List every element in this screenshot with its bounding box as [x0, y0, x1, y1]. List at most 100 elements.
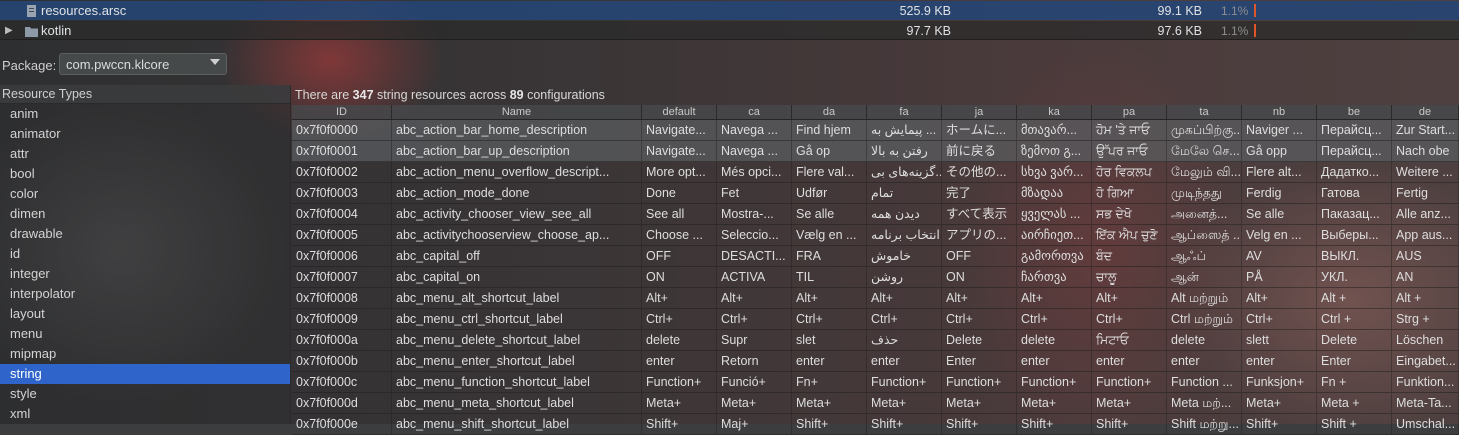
summary-text: configurations	[523, 88, 605, 102]
translation-cell: Naviger ...	[1242, 120, 1317, 140]
column-header-fa[interactable]: fa	[867, 105, 942, 119]
translation-cell: FRA	[792, 246, 867, 266]
file-icon	[27, 4, 36, 17]
package-dropdown[interactable]: com.pwccn.klcore	[59, 53, 227, 75]
translation-cell: ყველას ...	[1017, 204, 1092, 224]
resource-type-interpolator[interactable]: interpolator	[0, 284, 290, 304]
resource-name-cell: abc_action_mode_done	[392, 183, 642, 203]
translation-cell: enter	[1092, 351, 1167, 371]
resource-type-xml[interactable]: xml	[0, 404, 290, 424]
translation-cell: Shift மற்று...	[1167, 414, 1242, 434]
translation-cell: delete	[1017, 330, 1092, 350]
translation-cell: ਮਿਟਾਓ	[1092, 330, 1167, 350]
translation-cell: Supr	[717, 330, 792, 350]
translation-cell: Flere alt...	[1242, 162, 1317, 182]
translation-cell: AV	[1242, 246, 1317, 266]
resource-type-animator[interactable]: animator	[0, 124, 290, 144]
translation-cell: دیدن همه	[867, 204, 942, 224]
resource-type-dimen[interactable]: dimen	[0, 204, 290, 224]
translation-cell: ჩართვა	[1017, 267, 1092, 287]
resource-type-color[interactable]: color	[0, 184, 290, 204]
resource-type-style[interactable]: style	[0, 384, 290, 404]
resource-type-layout[interactable]: layout	[0, 304, 290, 324]
resource-type-string[interactable]: string	[0, 364, 290, 384]
translation-cell: Meta-Ta...	[1392, 393, 1459, 413]
column-header-nb[interactable]: nb	[1242, 105, 1317, 119]
table-row[interactable]: 0x7f0f0009 abc_menu_ctrl_shortcut_label Ct…	[292, 309, 1459, 330]
resource-type-attr[interactable]: attr	[0, 144, 290, 164]
table-row[interactable]: 0x7f0f0001 abc_action_bar_up_description N…	[292, 141, 1459, 162]
translation-cell: Alt+	[1017, 288, 1092, 308]
resource-type-bool[interactable]: bool	[0, 164, 290, 184]
resource-name-cell: abc_menu_enter_shortcut_label	[392, 351, 642, 371]
table-body: 0x7f0f0000 abc_action_bar_home_descriptio…	[292, 120, 1459, 435]
translation-cell: მზადაა	[1017, 183, 1092, 203]
translation-cell: enter	[1167, 351, 1242, 371]
table-row[interactable]: 0x7f0f000a abc_menu_delete_shortcut_label…	[292, 330, 1459, 351]
translation-cell: Function+	[942, 372, 1017, 392]
table-row[interactable]: 0x7f0f0003 abc_action_mode_done Done Fet Udf…	[292, 183, 1459, 204]
column-header-id[interactable]: ID	[292, 105, 392, 119]
translation-cell: delete	[642, 330, 717, 350]
translation-cell: Meta +	[1317, 393, 1392, 413]
translation-cell: ਹੋਮ 'ਤੇ ਜਾਓ	[1092, 120, 1167, 140]
apk-analyzer: resources.arsc 525.9 KB 99.1 KB 1.1% ▶ k…	[0, 0, 1459, 435]
translation-cell: ஆஃப்	[1167, 246, 1242, 266]
column-header-be[interactable]: be	[1317, 105, 1392, 119]
translation-cell: Ctrl+	[792, 309, 867, 329]
table-row[interactable]: 0x7f0f000e abc_menu_shift_shortcut_label S…	[292, 414, 1459, 435]
translation-cell: Ctrl+	[642, 309, 717, 329]
table-row[interactable]: 0x7f0f0004 abc_activity_chooser_view_see_…	[292, 204, 1459, 225]
column-header-default[interactable]: default	[642, 105, 717, 119]
column-header-pa[interactable]: pa	[1092, 105, 1167, 119]
column-header-ka[interactable]: ka	[1017, 105, 1092, 119]
column-header-da[interactable]: da	[792, 105, 867, 119]
resource-id-cell: 0x7f0f0000	[292, 120, 392, 140]
table-row[interactable]: 0x7f0f000d abc_menu_meta_shortcut_label Me…	[292, 393, 1459, 414]
translation-cell: Meta+	[942, 393, 1017, 413]
resource-name-cell: abc_capital_on	[392, 267, 642, 287]
resource-type-anim[interactable]: anim	[0, 104, 290, 124]
translation-cell: Shift+	[792, 414, 867, 434]
column-header-ja[interactable]: ja	[942, 105, 1017, 119]
table-row[interactable]: 0x7f0f000b abc_menu_enter_shortcut_label e…	[292, 351, 1459, 372]
translation-cell: OFF	[642, 246, 717, 266]
translation-cell: PÅ	[1242, 267, 1317, 287]
resource-type-mipmap[interactable]: mipmap	[0, 344, 290, 364]
resource-type-integer[interactable]: integer	[0, 264, 290, 284]
table-row[interactable]: 0x7f0f0000 abc_action_bar_home_descriptio…	[292, 120, 1459, 141]
translation-cell: Ferdig	[1242, 183, 1317, 203]
expand-arrow-icon[interactable]: ▶	[5, 25, 13, 36]
table-row[interactable]: 0x7f0f0008 abc_menu_alt_shortcut_label Alt…	[292, 288, 1459, 309]
table-row[interactable]: 0x7f0f0007 abc_capital_on ON ACTIVA TIL روشن O…	[292, 267, 1459, 288]
translation-cell: Funksjon+	[1242, 372, 1317, 392]
translation-cell: Выберы...	[1317, 225, 1392, 245]
translation-cell: გამორთვა	[1017, 246, 1092, 266]
file-row-resources-arsc[interactable]: resources.arsc 525.9 KB 99.1 KB 1.1%	[0, 1, 1459, 20]
table-row[interactable]: 0x7f0f000c abc_menu_function_shortcut_lab…	[292, 372, 1459, 393]
column-header-name[interactable]: Name	[392, 105, 642, 119]
column-header-de[interactable]: de	[1392, 105, 1459, 119]
translation-cell: ਉੱਪਰ ਜਾਓ	[1092, 141, 1167, 161]
translation-cell: アプリの...	[942, 225, 1017, 245]
translation-cell: Alt+	[642, 288, 717, 308]
resource-id-cell: 0x7f0f000a	[292, 330, 392, 350]
column-header-ca[interactable]: ca	[717, 105, 792, 119]
translation-cell: Seleccio...	[717, 225, 792, 245]
translation-cell: Alt+	[717, 288, 792, 308]
translation-cell: enter	[867, 351, 942, 371]
translation-cell: Alt +	[1392, 288, 1459, 308]
resource-id-cell: 0x7f0f000e	[292, 414, 392, 434]
translation-cell: Strg +	[1392, 309, 1459, 329]
table-row[interactable]: 0x7f0f0002 abc_action_menu_overflow_descr…	[292, 162, 1459, 183]
table-row[interactable]: 0x7f0f0006 abc_capital_off OFF DESACTI... FR…	[292, 246, 1459, 267]
resource-type-id[interactable]: id	[0, 244, 290, 264]
translation-cell: மேலே செ...	[1167, 141, 1242, 161]
translation-cell: enter	[1242, 351, 1317, 371]
resource-type-drawable[interactable]: drawable	[0, 224, 290, 244]
file-row-kotlin[interactable]: ▶ kotlin 97.7 KB 97.6 KB 1.1%	[0, 21, 1459, 40]
resource-type-menu[interactable]: menu	[0, 324, 290, 344]
translation-cell: Function+	[867, 372, 942, 392]
column-header-ta[interactable]: ta	[1167, 105, 1242, 119]
table-row[interactable]: 0x7f0f0005 abc_activitychooserview_choose…	[292, 225, 1459, 246]
